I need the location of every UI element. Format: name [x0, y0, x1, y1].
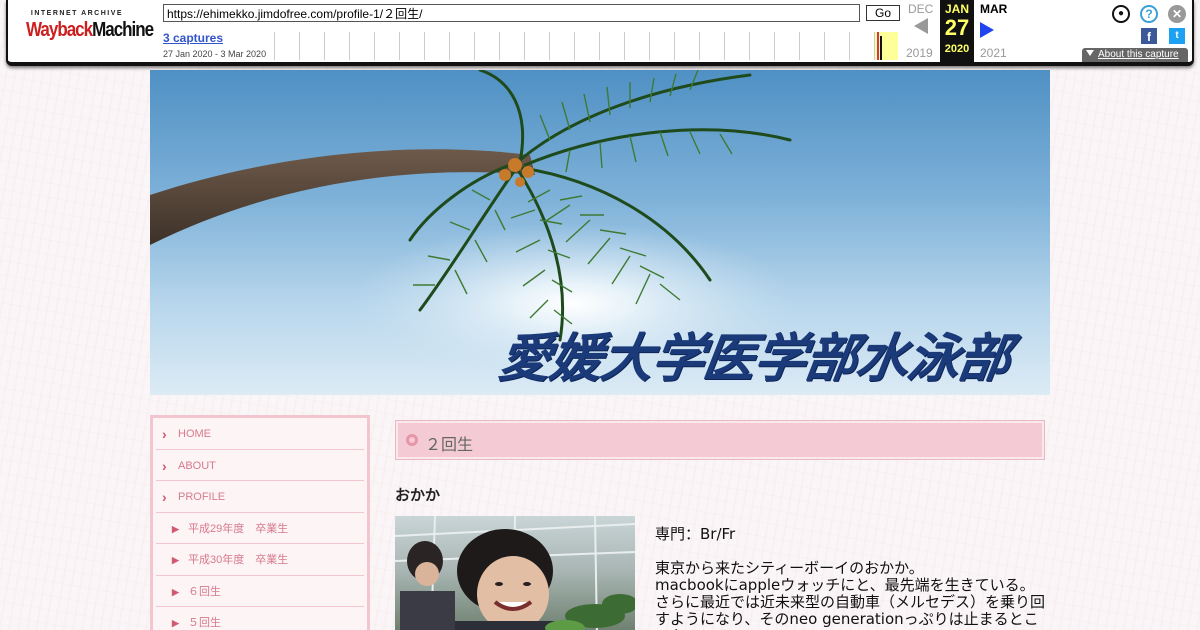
capture-sparkline[interactable] [274, 32, 899, 60]
about-capture-button[interactable]: About this capture [1082, 48, 1188, 62]
capture-date-range: 27 Jan 2020 - 3 Mar 2020 [163, 49, 267, 59]
current-capture-date: JAN 27 2020 [940, 0, 974, 62]
triangle-right-icon: ▶ [172, 555, 179, 565]
captures-link[interactable]: 3 captures [163, 31, 223, 45]
logo-internet-archive: INTERNET ARCHIVE [30, 10, 124, 17]
sparkline-month-divider [724, 32, 725, 60]
sparkline-month-divider [624, 32, 625, 60]
nav-item-label: 平成30年度 卒業生 [188, 554, 289, 566]
sparkline-month-divider [449, 32, 450, 60]
section-heading: ２回生 [395, 420, 1045, 460]
nav-item-label: ABOUT [178, 459, 216, 472]
nav-item-about[interactable]: › ABOUT [156, 450, 364, 481]
member-name: おかか [395, 486, 441, 504]
member-bio-line-2: macbookにappleウォッチにと、最先端を生きている。さらに最近では近未来… [655, 576, 1046, 630]
sparkline-month-divider [399, 32, 400, 60]
sparkline-month-divider [824, 32, 825, 60]
nav-item-label: PROFILE [178, 491, 226, 503]
chevron-right-icon: › [162, 426, 167, 442]
triangle-right-icon: ▶ [172, 618, 179, 628]
close-icon[interactable]: ✕ [1168, 5, 1186, 23]
site-title: 愛媛大学医学部水泳部 [494, 329, 1014, 389]
chevron-right-icon: › [162, 489, 167, 505]
current-day: 27 [944, 15, 970, 40]
nav-subitem-h29-graduates[interactable]: ▶ 平成29年度 卒業生 [156, 513, 364, 544]
nav-item-home[interactable]: › HOME [156, 418, 364, 450]
prev-capture-arrow-icon[interactable] [914, 18, 928, 34]
nav-item-label: 平成29年度 卒業生 [188, 522, 289, 535]
member-photo [395, 516, 635, 630]
chevron-down-icon [1086, 50, 1094, 56]
prev-month-label[interactable]: DEC [908, 2, 933, 16]
logo-machine: Machine [92, 18, 154, 41]
circle-bullet-icon [406, 434, 418, 446]
page-title: ２回生 [425, 435, 474, 454]
member-profile-text: 専門：Br/Fr 東京から来たシティーボーイのおかか。 macbookにappl… [655, 526, 1047, 630]
sparkline-month-divider [699, 32, 700, 60]
nav-subitem-5th-year[interactable]: ▶ ５回生 [156, 607, 364, 630]
header-banner: 愛媛大学医学部水泳部 [150, 70, 1050, 395]
member-bio-line-1: 東京から来たシティーボーイのおかか。 [655, 559, 924, 577]
sparkline-month-divider [574, 32, 575, 60]
wayback-logo[interactable]: INTERNET ARCHIVE Wayback Machine [26, 10, 154, 50]
prev-year-label[interactable]: 2019 [906, 46, 933, 60]
sparkline-month-divider [549, 32, 550, 60]
sparkline-capture-mark [877, 32, 879, 60]
triangle-right-icon: ▶ [172, 523, 179, 534]
sparkline-month-divider [849, 32, 850, 60]
next-month-label[interactable]: MAR [980, 2, 1007, 16]
sidebar-nav: › HOME › ABOUT › PROFILE ▶ 平成29年度 卒業生 ▶ … [150, 415, 370, 630]
logo-wayback: Wayback [26, 18, 93, 41]
sparkline-month-divider [424, 32, 425, 60]
triangle-right-icon: ▶ [172, 586, 179, 597]
nav-subitem-h30-graduates[interactable]: ▶ 平成30年度 卒業生 [156, 544, 364, 576]
twitter-share-icon[interactable]: t [1169, 28, 1185, 44]
current-month: JAN [944, 2, 969, 16]
nav-item-label: ６回生 [188, 585, 221, 598]
about-capture-label: About this capture [1098, 49, 1179, 60]
sparkline-month-divider [874, 32, 875, 60]
sparkline-month-divider [499, 32, 500, 60]
sparkline-month-divider [474, 32, 475, 60]
sparkline-month-divider [524, 32, 525, 60]
sparkline-month-divider [374, 32, 375, 60]
chevron-right-icon: › [162, 457, 167, 474]
sparkline-month-divider [774, 32, 775, 60]
nav-item-label: HOME [178, 428, 211, 440]
sparkline-month-divider [749, 32, 750, 60]
user-icon[interactable]: ● [1112, 5, 1130, 23]
sparkline-month-divider [299, 32, 300, 60]
sparkline-month-divider [674, 32, 675, 60]
wayback-url-input[interactable] [163, 4, 860, 22]
nav-subitem-6th-year[interactable]: ▶ ６回生 [156, 576, 364, 607]
sparkline-month-divider [649, 32, 650, 60]
current-year: 2020 [944, 43, 970, 55]
sparkline-month-divider [799, 32, 800, 60]
member-photo-illustration [395, 516, 635, 630]
sparkline-month-divider [349, 32, 350, 60]
sparkline-month-divider [599, 32, 600, 60]
facebook-share-icon[interactable]: f [1141, 28, 1157, 44]
member-specialty: 専門：Br/Fr [655, 525, 736, 543]
next-year-label[interactable]: 2021 [980, 46, 1007, 60]
sparkline-month-divider [324, 32, 325, 60]
nav-item-label: ５回生 [188, 617, 221, 629]
sparkline-capture-bar [880, 36, 882, 60]
nav-item-profile[interactable]: › PROFILE [156, 481, 364, 513]
wayback-toolbar: INTERNET ARCHIVE Wayback Machine Go 3 ca… [6, 0, 1194, 66]
go-button[interactable]: Go [866, 5, 900, 21]
help-icon[interactable]: ? [1140, 5, 1158, 23]
sparkline-month-divider [274, 32, 275, 60]
next-capture-arrow-icon[interactable] [980, 22, 994, 38]
